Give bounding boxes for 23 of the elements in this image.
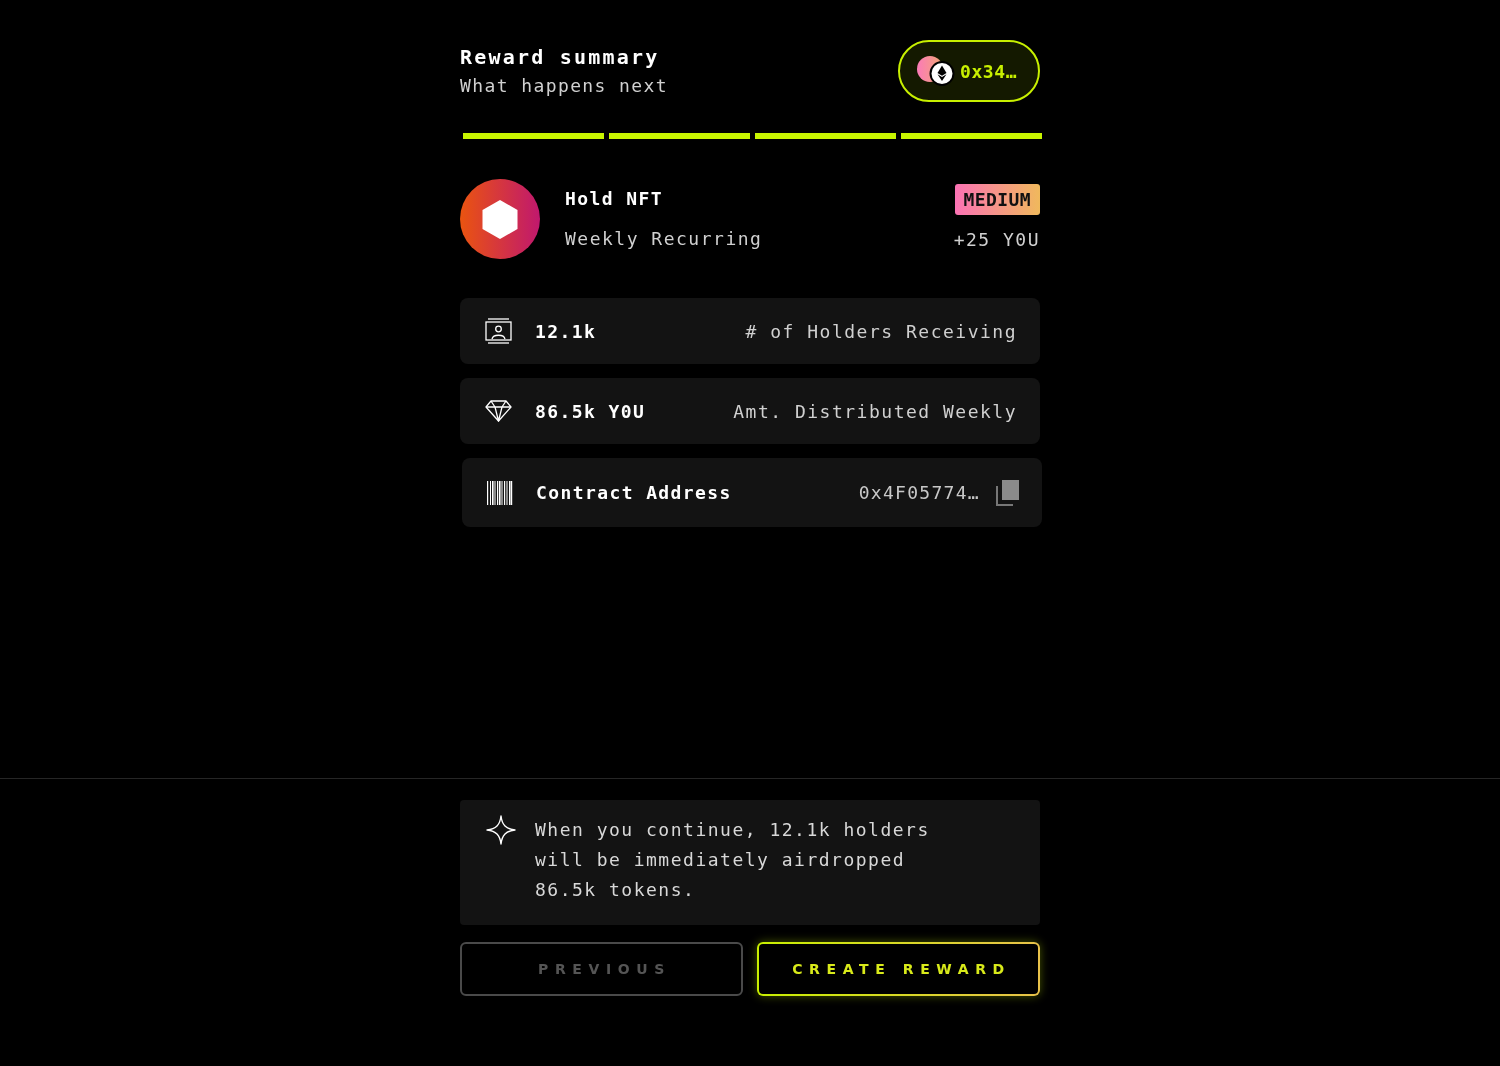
notice-text: When you continue, 12.1k holders will be immediately airdropped 86.5k tokens. [535,818,931,902]
difficulty-badge: MEDIUM [954,183,1040,215]
diamond-icon [485,400,512,422]
hexagon-token-icon [460,179,540,259]
create-button[interactable]: CREATE REWARD [757,942,1040,996]
stat-value: 12.1k [535,320,597,342]
reward-amount: +25 Y0U [953,228,1040,251]
copy-icon [996,479,1019,506]
reward-title: Hold NFT [565,188,664,210]
wallet-token-icon [915,56,955,86]
address-value: 0x4F05774… [858,482,980,503]
sparkle-icon [486,815,516,845]
page-subtitle: What happens next [460,75,669,97]
portrait-frame-icon [485,318,512,344]
wallet-button[interactable]: 0x34… [898,40,1040,102]
stat-label: Amt. Distributed Weekly [733,400,1017,422]
stat-value: 86.5k Y0U [535,400,646,422]
barcode-icon [487,480,513,505]
address-label: Contract Address [536,482,732,503]
reward-schedule: Weekly Recurring [565,228,764,250]
page-title: Reward summary [460,45,661,69]
copy-button[interactable] [996,479,1019,506]
stat-label: # of Holders Receiving [745,320,1017,342]
